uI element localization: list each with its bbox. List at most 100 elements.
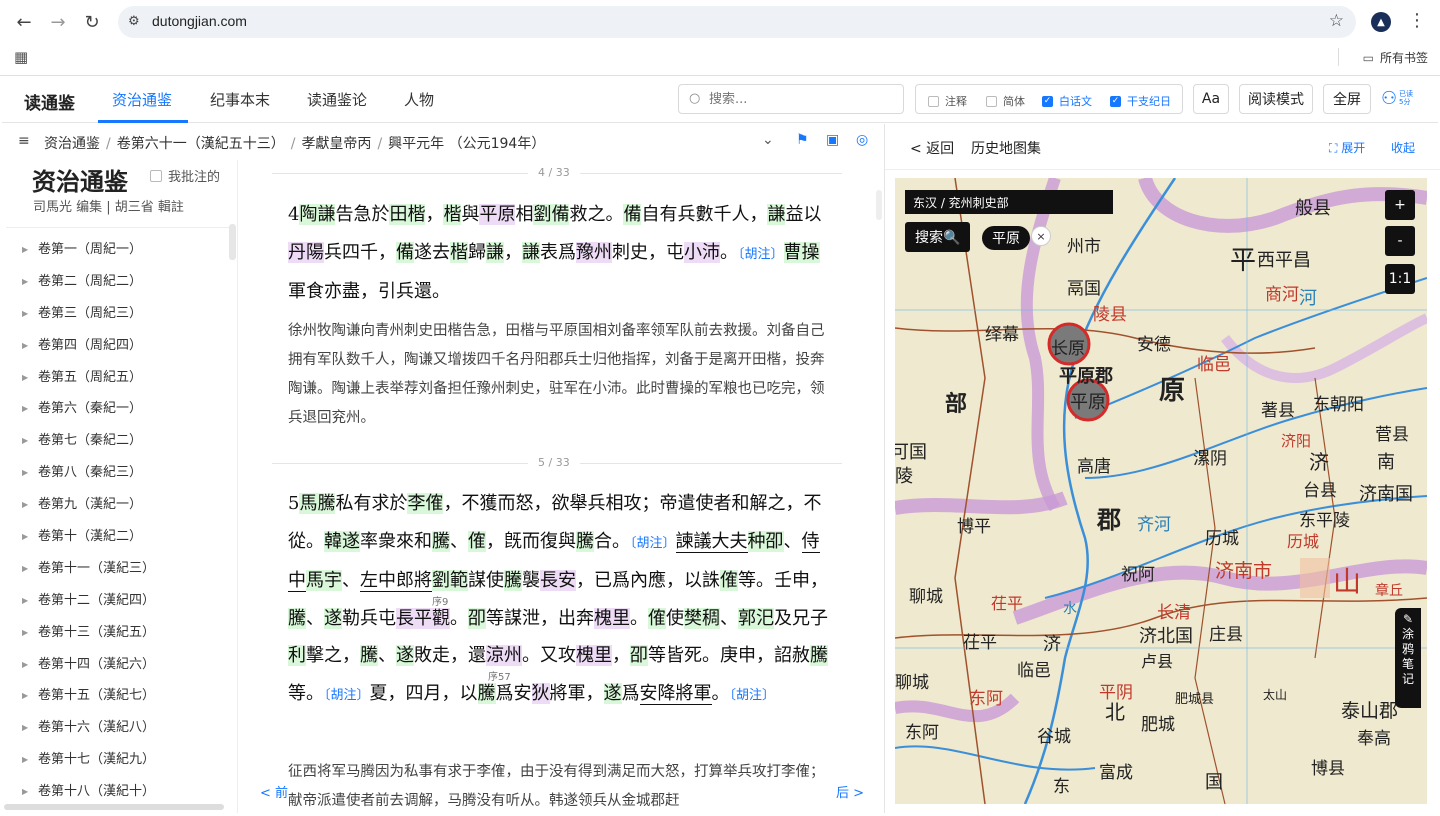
location-chip[interactable]: 平原 <box>982 226 1030 250</box>
caret-right-icon[interactable]: ▶ <box>22 457 28 488</box>
zoom-reset-button[interactable]: 1:1 <box>1385 264 1415 294</box>
horizontal-scrollbar[interactable] <box>4 804 224 810</box>
tab-dutongjianlun[interactable]: 读通鉴论 <box>307 89 367 110</box>
checked-checkbox-icon[interactable]: ✓ <box>1042 95 1053 107</box>
breadcrumb-emperor[interactable]: 孝獻皇帝丙 <box>301 136 371 152</box>
sidebar-volume-item[interactable]: ▶ 卷第十一（漢紀三） <box>2 553 230 585</box>
sidebar-volume-item[interactable]: ▶ 卷第十（漢紀二） <box>2 521 230 553</box>
map-search-button[interactable]: 搜索🔍 <box>905 222 971 252</box>
zoom-out-button[interactable]: - <box>1385 226 1415 256</box>
bookmark-icon[interactable]: ⚑ <box>796 132 809 148</box>
checkbox-icon[interactable] <box>928 95 939 107</box>
breadcrumb-volume[interactable]: 卷第六十一（漢紀五十三） <box>117 136 285 152</box>
chevron-down-icon[interactable]: ⌄ <box>762 132 774 148</box>
classical-paragraph-5[interactable]: 5馬騰私有求於李傕，不獲而怒，欲舉兵相攻；帝遣使者和解之，不從。韓遂率衆來和騰、… <box>288 485 828 714</box>
forward-arrow-icon[interactable]: → <box>46 10 70 34</box>
tab-jishibenmo[interactable]: 纪事本末 <box>210 89 270 110</box>
search-field[interactable]: ○ <box>678 84 904 114</box>
reader-icon[interactable]: ◎ <box>856 132 868 148</box>
checked-checkbox-icon[interactable]: ✓ <box>1110 95 1121 107</box>
menu-icon[interactable]: ≡ <box>18 133 30 149</box>
main-scrollbar[interactable] <box>876 190 882 220</box>
save-icon[interactable]: ▣ <box>826 132 839 148</box>
hu-note-link[interactable]: 〔胡注〕 <box>730 688 776 703</box>
bookmarks-folder[interactable]: ▭ 所有书签 <box>1363 49 1428 66</box>
reading-mode-button[interactable]: 阅读模式 <box>1239 84 1313 114</box>
sidebar-volume-item[interactable]: ▶ 卷第十七（漢紀九） <box>2 744 230 776</box>
next-page-button[interactable]: 后 > <box>836 782 864 801</box>
fullscreen-button[interactable]: 全屏 <box>1323 84 1371 114</box>
site-settings-icon[interactable]: ⚙ <box>128 14 140 29</box>
caret-right-icon[interactable]: ▶ <box>22 649 28 680</box>
filter-simplified[interactable]: 简体 <box>986 93 1025 109</box>
sidebar-volume-item[interactable]: ▶ 卷第六（秦紀一） <box>2 393 230 425</box>
sidebar-volume-item[interactable]: ▶ 卷第四（周紀四） <box>2 330 230 362</box>
sidebar-volume-item[interactable]: ▶ 卷第五（周紀五） <box>2 362 230 394</box>
sidebar-volume-item[interactable]: ▶ 卷第一（周紀一） <box>2 234 230 266</box>
map-label: 安德 <box>1137 335 1171 355</box>
caret-right-icon[interactable]: ▶ <box>22 489 28 520</box>
active-tab-indicator <box>98 120 188 123</box>
filter-ganzhi-date[interactable]: ✓ 干支纪日 <box>1110 93 1171 109</box>
sidebar-volume-item[interactable]: ▶ 卷第十二（漢紀四） <box>2 585 230 617</box>
caret-right-icon[interactable]: ▶ <box>22 553 28 584</box>
sidebar-volume-item[interactable]: ▶ 卷第十六（漢紀八） <box>2 712 230 744</box>
breadcrumb-book[interactable]: 资治通鉴 <box>44 136 100 152</box>
my-annotations-filter[interactable]: 我批注的 <box>150 166 220 185</box>
hu-note-link[interactable]: 〔胡注〕 <box>324 688 370 703</box>
browser-menu-icon[interactable]: ⋮ <box>1408 10 1426 31</box>
tab-zizhitongjian[interactable]: 资治通鉴 <box>112 89 172 110</box>
filter-annotation[interactable]: 注释 <box>928 93 967 109</box>
sidebar-volume-item[interactable]: ▶ 卷第九（漢紀一） <box>2 489 230 521</box>
caret-right-icon[interactable]: ▶ <box>22 776 28 807</box>
caret-right-icon[interactable]: ▶ <box>22 393 28 424</box>
expand-button[interactable]: ⛶ 展开 <box>1329 139 1365 156</box>
close-icon[interactable]: × <box>1031 226 1051 246</box>
zoom-in-button[interactable]: + <box>1385 190 1415 220</box>
sidebar-volume-item[interactable]: ▶ 卷第七（秦紀二） <box>2 425 230 457</box>
classical-paragraph-4[interactable]: 4陶謙告急於田楷，楷與平原相劉備救之。備自有兵數千人，謙益以丹陽兵四千，備遂去楷… <box>288 196 828 311</box>
hu-note-link[interactable]: 〔胡注〕 <box>738 247 784 262</box>
sidebar-volume-item[interactable]: ▶ 卷第十三（漢紀五） <box>2 617 230 649</box>
brand-logo[interactable]: 读通鉴 <box>24 89 75 114</box>
caret-right-icon[interactable]: ▶ <box>22 744 28 775</box>
caret-right-icon[interactable]: ▶ <box>22 298 28 329</box>
checkbox-icon[interactable] <box>986 95 997 107</box>
filter-vernacular[interactable]: ✓ 白话文 <box>1042 93 1092 109</box>
apps-grid-icon[interactable]: ▦ <box>14 48 28 66</box>
hu-note-link[interactable]: 〔胡注〕 <box>630 536 676 551</box>
reload-icon[interactable]: ↻ <box>80 10 104 34</box>
checkbox-icon[interactable] <box>150 169 162 182</box>
user-icon[interactable]: ⚇ <box>1381 88 1397 109</box>
sidebar-volume-item[interactable]: ▶ 卷第十四（漢紀六） <box>2 649 230 681</box>
doodle-note-button[interactable]: ✎ 涂鸦笔记 <box>1395 608 1421 708</box>
caret-right-icon[interactable]: ▶ <box>22 680 28 711</box>
caret-right-icon[interactable]: ▶ <box>22 585 28 616</box>
collapse-button[interactable]: 收起 <box>1391 139 1415 156</box>
caret-right-icon[interactable]: ▶ <box>22 330 28 361</box>
sidebar-scrollbar[interactable] <box>229 224 236 260</box>
back-arrow-icon[interactable]: ← <box>12 10 36 34</box>
sidebar-volume-item[interactable]: ▶ 卷第八（秦紀三） <box>2 457 230 489</box>
sidebar-volume-item[interactable]: ▶ 卷第三（周紀三） <box>2 298 230 330</box>
tab-renwu[interactable]: 人物 <box>404 89 434 110</box>
bookmark-star-icon[interactable]: ☆ <box>1329 11 1344 31</box>
breadcrumb-year[interactable]: 興平元年 （公元194年） <box>388 136 545 152</box>
prev-page-button[interactable]: < 前 <box>260 782 288 801</box>
sidebar-volume-item[interactable]: ▶ 卷第二（周紀二） <box>2 266 230 298</box>
caret-right-icon[interactable]: ▶ <box>22 234 28 265</box>
sidebar-volume-item[interactable]: ▶ 卷第十五（漢紀七） <box>2 680 230 712</box>
caret-right-icon[interactable]: ▶ <box>22 617 28 648</box>
caret-right-icon[interactable]: ▶ <box>22 425 28 456</box>
back-button[interactable]: < 返回 <box>910 138 954 158</box>
font-size-button[interactable]: Aa <box>1193 84 1229 114</box>
historical-map[interactable]: 般县 平 西平昌 商河 鬲国 陵县 绎幕 安德 临邑 长原 平原郡 原 平原 部… <box>895 178 1427 804</box>
caret-right-icon[interactable]: ▶ <box>22 712 28 743</box>
caret-right-icon[interactable]: ▶ <box>22 521 28 552</box>
address-bar[interactable]: ⚙ dutongjian.com ☆ <box>118 6 1356 38</box>
url-text[interactable]: dutongjian.com <box>152 13 247 29</box>
profile-avatar[interactable]: ▲ <box>1371 12 1391 32</box>
caret-right-icon[interactable]: ▶ <box>22 362 28 393</box>
caret-right-icon[interactable]: ▶ <box>22 266 28 297</box>
search-input[interactable] <box>709 90 889 108</box>
